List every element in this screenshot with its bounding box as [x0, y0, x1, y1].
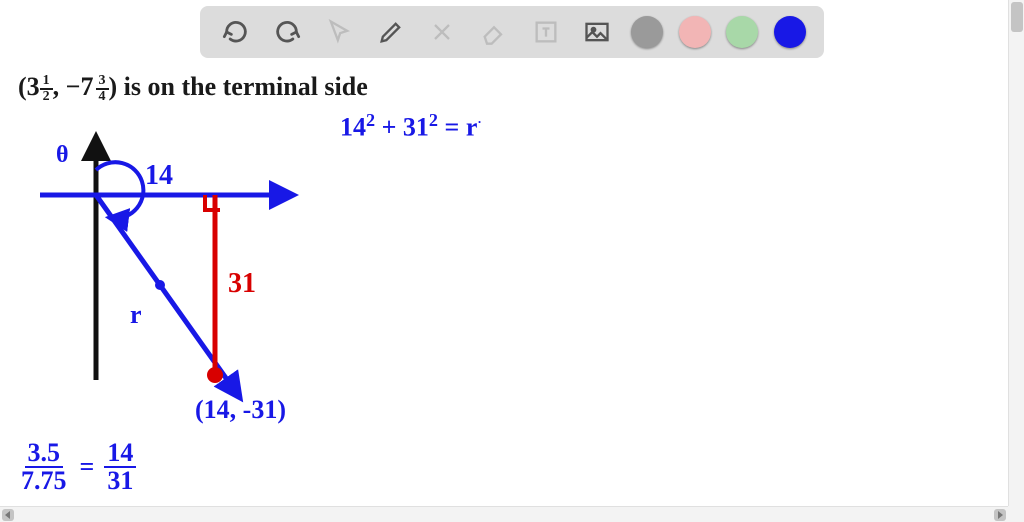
vertical-scrollbar[interactable]	[1008, 0, 1024, 506]
whiteboard-canvas[interactable]: (312, −734) is on the terminal side 142 …	[0, 0, 1024, 522]
scroll-corner	[1008, 506, 1024, 522]
undo-button[interactable]	[218, 14, 254, 50]
pencil-tool[interactable]	[373, 14, 409, 50]
text-tool[interactable]	[528, 14, 564, 50]
horizontal-scrollbar[interactable]	[0, 506, 1008, 522]
theta-label: θ	[56, 142, 69, 169]
image-tool[interactable]	[579, 14, 615, 50]
leg-31-label: 31	[228, 268, 256, 300]
build-tool[interactable]	[424, 14, 460, 50]
color-blue[interactable]	[774, 16, 806, 48]
pointer-tool[interactable]	[321, 14, 357, 50]
problem-text: (312, −734) is on the terminal side	[18, 72, 368, 104]
redo-button[interactable]	[269, 14, 305, 50]
hypotenuse-r-label: r	[130, 300, 142, 330]
eraser-tool[interactable]	[476, 14, 512, 50]
scaling-ratio: 3.57.75 = 1431	[18, 440, 136, 494]
color-pink[interactable]	[679, 16, 711, 48]
scroll-thumb[interactable]	[1011, 2, 1023, 32]
pythagorean-equation: 142 + 312 = r·	[340, 110, 482, 143]
scroll-left-icon[interactable]	[2, 509, 14, 521]
leg-14-label: 14	[145, 160, 173, 192]
color-gray[interactable]	[631, 16, 663, 48]
point-label: (14, -31)	[195, 395, 286, 425]
color-green[interactable]	[726, 16, 758, 48]
scroll-right-icon[interactable]	[994, 509, 1006, 521]
toolbar	[200, 6, 824, 58]
